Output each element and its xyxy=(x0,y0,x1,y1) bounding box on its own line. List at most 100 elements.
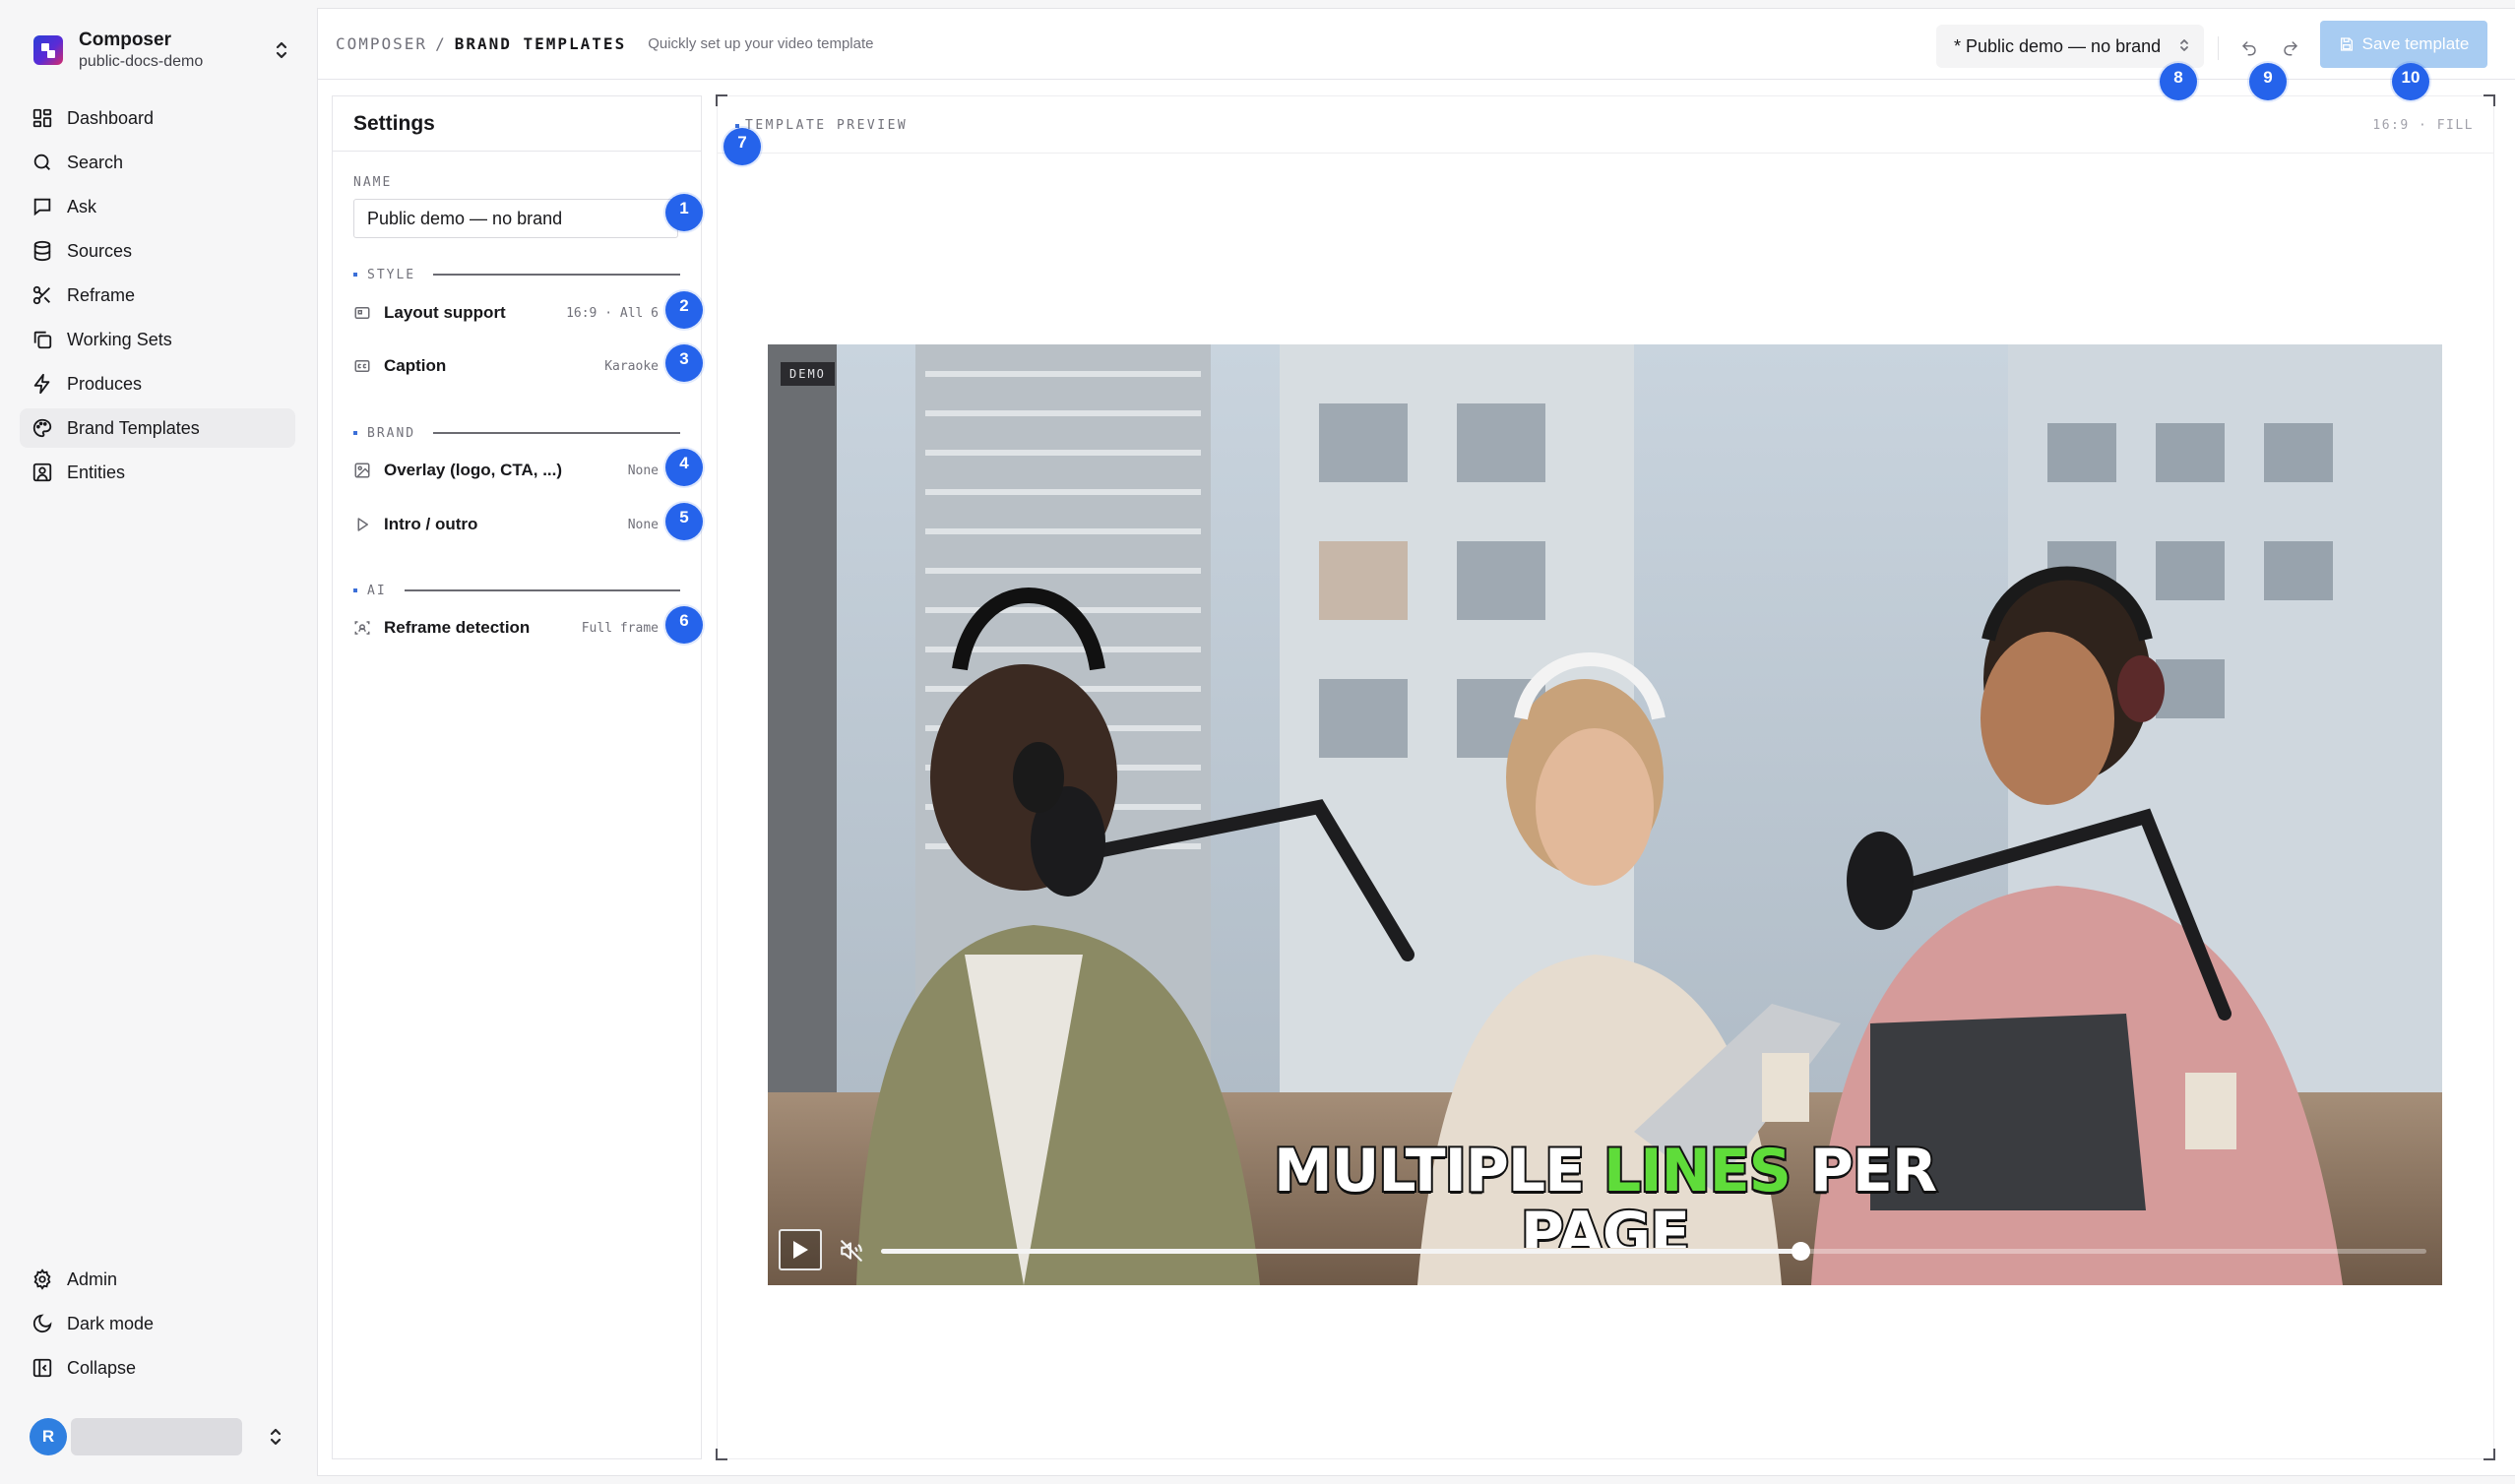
workspace-switcher[interactable]: Composer public-docs-demo xyxy=(20,20,295,81)
nav-item-dark-mode[interactable]: Dark mode xyxy=(20,1304,295,1343)
annotation-badge: 3 xyxy=(665,344,703,382)
secondary-nav: Admin Dark mode Collapse xyxy=(20,1260,295,1392)
template-preview: TEMPLATE PREVIEW 16:9 · FILL DEMO MULTIP… xyxy=(716,94,2495,1460)
user-name-redacted xyxy=(71,1418,242,1455)
annotation-badge: 5 xyxy=(665,503,703,540)
nav-item-ask[interactable]: Ask xyxy=(20,187,295,226)
setting-value: 16:9 · All 6 xyxy=(566,305,659,321)
nav-item-reframe[interactable]: Reframe xyxy=(20,276,295,315)
caption-word-highlight: LINES xyxy=(1602,1136,1793,1206)
play-icon xyxy=(793,1241,808,1259)
setting-label: Layout support xyxy=(384,303,506,322)
scan-face-icon xyxy=(354,621,370,635)
toolbar-divider xyxy=(2218,36,2219,60)
play-icon xyxy=(357,518,368,531)
nav-item-label: Reframe xyxy=(67,284,136,305)
setting-row-caption[interactable]: Caption Karaoke xyxy=(353,344,659,388)
section-label: STYLE xyxy=(367,267,416,282)
user-square-icon xyxy=(32,463,52,482)
setting-value: None xyxy=(627,517,659,532)
nav-item-label: Brand Templates xyxy=(67,417,200,438)
video-player[interactable]: DEMO MULTIPLE LINES PER PAGE xyxy=(768,344,2442,1285)
save-icon xyxy=(2340,37,2353,51)
nav-item-label: Sources xyxy=(67,240,133,261)
search-icon xyxy=(33,154,50,170)
template-select[interactable]: * Public demo — no brand xyxy=(1936,25,2204,68)
section-ai: AI xyxy=(353,582,680,599)
database-icon xyxy=(33,240,51,262)
annotation-badge: 10 xyxy=(2392,63,2429,100)
sidebar: Composer public-docs-demo Dashboard Sear… xyxy=(0,0,315,1484)
main-nav: Dashboard Search Ask Sources Reframe Wor… xyxy=(20,98,295,497)
setting-row-intro-outro[interactable]: Intro / outro None xyxy=(353,503,659,546)
nav-item-label: Working Sets xyxy=(67,329,172,349)
setting-label: Overlay (logo, CTA, ...) xyxy=(384,461,563,479)
sidebar-collapse-icon xyxy=(32,1358,52,1378)
undo-button[interactable] xyxy=(2237,36,2261,60)
breadcrumb: COMPOSER / BRAND TEMPLATES xyxy=(336,34,626,53)
seek-bar[interactable] xyxy=(881,1242,2426,1261)
chat-icon xyxy=(33,198,51,216)
section-brand: BRAND xyxy=(353,424,680,442)
setting-label: Reframe detection xyxy=(384,618,531,637)
nav-item-admin[interactable]: Admin xyxy=(20,1260,295,1299)
avatar: R xyxy=(30,1418,67,1455)
breadcrumb-separator: / xyxy=(435,34,447,53)
user-menu[interactable]: R xyxy=(20,1413,295,1460)
annotation-badge: 2 xyxy=(665,291,703,329)
nav-item-label: Search xyxy=(67,152,124,172)
template-select-value: * Public demo — no brand xyxy=(1954,35,2162,56)
demo-tag: DEMO xyxy=(781,362,835,386)
lightning-icon xyxy=(33,373,50,395)
page-subtitle: Quickly set up your video template xyxy=(648,35,874,52)
setting-row-reframe-detection[interactable]: Reframe detection Full frame xyxy=(353,606,659,649)
nav-item-collapse[interactable]: Collapse xyxy=(20,1348,295,1388)
seek-handle[interactable] xyxy=(1792,1242,1811,1261)
nav-item-sources[interactable]: Sources xyxy=(20,231,295,271)
redo-button[interactable] xyxy=(2279,36,2302,60)
annotation-badge: 8 xyxy=(2160,63,2197,100)
save-template-button[interactable]: Save template xyxy=(2320,21,2487,68)
breadcrumb-root[interactable]: COMPOSER xyxy=(336,34,427,53)
chevron-up-down-icon xyxy=(2178,36,2190,59)
setting-value: Karaoke xyxy=(604,358,659,374)
gear-icon xyxy=(33,1268,51,1290)
save-template-label: Save template xyxy=(2361,34,2470,53)
palette-icon xyxy=(32,418,52,438)
section-label: AI xyxy=(367,583,387,598)
frame-corner xyxy=(2484,1449,2495,1460)
chevron-up-down-icon xyxy=(262,1423,289,1451)
nav-item-entities[interactable]: Entities xyxy=(20,453,295,492)
main-panel: COMPOSER / BRAND TEMPLATES Quickly set up … xyxy=(317,8,2515,1476)
nav-item-label: Admin xyxy=(67,1268,118,1289)
section-label: BRAND xyxy=(367,425,416,441)
undo-icon xyxy=(2242,41,2256,56)
nav-item-working-sets[interactable]: Working Sets xyxy=(20,320,295,359)
play-button[interactable] xyxy=(779,1229,822,1270)
template-name-input[interactable] xyxy=(353,199,678,238)
caption-word: PER xyxy=(1808,1136,1939,1206)
nav-item-search[interactable]: Search xyxy=(20,143,295,182)
caption-word: MULTIPLE xyxy=(1272,1136,1587,1206)
nav-item-dashboard[interactable]: Dashboard xyxy=(20,98,295,138)
captions-icon xyxy=(354,360,370,372)
seek-bar-progress xyxy=(881,1249,1801,1254)
setting-row-layout-support[interactable]: Layout support 16:9 · All 6 xyxy=(353,291,659,335)
annotation-badge: 7 xyxy=(723,128,761,165)
nav-item-label: Dark mode xyxy=(67,1313,155,1333)
setting-value: Full frame xyxy=(581,620,659,636)
nav-item-produces[interactable]: Produces xyxy=(20,364,295,403)
breadcrumb-current: BRAND TEMPLATES xyxy=(454,34,627,53)
layout-icon xyxy=(354,307,370,319)
copy-icon xyxy=(33,331,52,349)
nav-item-brand-templates[interactable]: Brand Templates xyxy=(20,408,295,448)
composer-logo-icon xyxy=(33,35,63,65)
mute-button[interactable] xyxy=(839,1238,864,1264)
dashboard-icon xyxy=(32,108,52,128)
preview-title: TEMPLATE PREVIEW xyxy=(735,118,908,133)
name-field-label: NAME xyxy=(353,175,393,190)
setting-row-overlay[interactable]: Overlay (logo, CTA, ...) None xyxy=(353,449,659,492)
org-name: Composer xyxy=(79,30,171,50)
nav-item-label: Dashboard xyxy=(67,107,155,128)
redo-icon xyxy=(2284,41,2297,56)
